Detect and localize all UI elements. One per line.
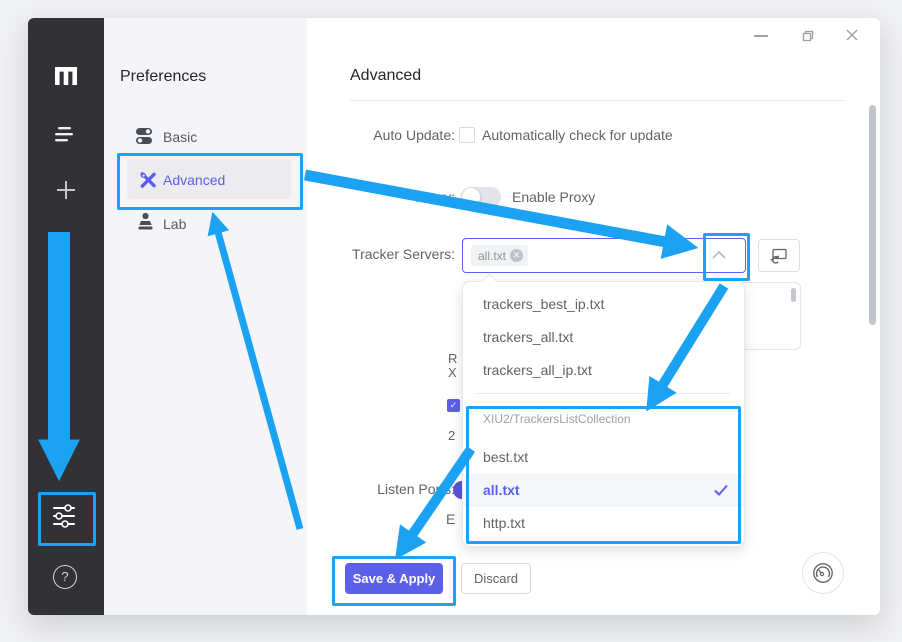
sidebar-item-lab[interactable]: Lab <box>163 216 186 232</box>
auto-update-checkbox[interactable] <box>459 127 475 143</box>
selected-tag-label: all.txt <box>478 249 506 263</box>
speedometer-icon <box>811 561 835 585</box>
dropdown-divider <box>477 393 730 394</box>
dropdown-item[interactable]: http.txt <box>463 507 744 540</box>
lab-stamp-icon <box>137 213 154 232</box>
page-title: Advanced <box>350 67 421 85</box>
textarea-scrollbar-thumb[interactable] <box>791 288 796 302</box>
occluded-text-fragment: X <box>448 365 457 380</box>
tracker-dropdown: trackers_best_ip.txt trackers_all.txt tr… <box>462 281 745 547</box>
dropdown-item-label: all.txt <box>483 482 520 498</box>
dropdown-item-selected[interactable]: all.txt <box>463 474 744 507</box>
chevron-up-icon[interactable] <box>711 250 727 260</box>
occluded-text-fragment: R <box>448 351 457 366</box>
selected-tag: all.txt ✕ <box>471 245 528 266</box>
help-icon[interactable]: ? <box>53 565 77 589</box>
dropdown-item[interactable]: trackers_all.txt <box>463 321 744 354</box>
occluded-checked-checkbox[interactable]: ✓ <box>447 399 460 412</box>
check-icon <box>714 484 728 496</box>
proxy-toggle[interactable] <box>461 187 501 207</box>
auto-update-option-label[interactable]: Automatically check for update <box>482 127 673 143</box>
motrix-logo-icon <box>54 66 78 85</box>
sidebar-item-basic[interactable]: Basic <box>163 129 197 145</box>
window-scrollbar-thumb[interactable] <box>869 105 876 325</box>
dropdown-item[interactable]: trackers_all_ip.txt <box>463 354 744 387</box>
tracker-servers-select[interactable]: all.txt ✕ <box>462 238 746 273</box>
dropdown-item[interactable]: best.txt <box>463 441 744 474</box>
occluded-text-fragment: E <box>446 511 455 527</box>
save-apply-button[interactable]: Save & Apply <box>345 563 443 594</box>
listen-ports-label: Listen Ports: <box>325 481 455 497</box>
close-icon[interactable] <box>846 29 858 41</box>
tracker-servers-label: Tracker Servers: <box>325 246 455 262</box>
maximize-icon[interactable] <box>801 29 814 42</box>
title-divider <box>350 100 845 101</box>
sync-screen-icon <box>770 248 788 264</box>
sync-trackers-button[interactable] <box>758 239 800 272</box>
basic-toggles-icon <box>135 127 153 145</box>
sidebar-item-advanced-label[interactable]: Advanced <box>163 172 225 188</box>
dropdown-item[interactable]: trackers_best_ip.txt <box>463 288 744 321</box>
proxy-option-label: Enable Proxy <box>512 189 595 205</box>
occluded-text-fragment: 2 <box>448 428 455 443</box>
add-task-icon[interactable] <box>56 180 76 200</box>
dropdown-group-header: XIU2/TrackersListCollection <box>483 410 631 428</box>
toggle-knob <box>462 188 480 206</box>
preferences-title: Preferences <box>120 68 206 86</box>
speed-limit-button[interactable] <box>802 552 844 594</box>
proxy-label: Proxy: <box>325 189 455 205</box>
minimize-icon[interactable] <box>754 35 768 37</box>
tag-remove-icon[interactable]: ✕ <box>510 249 523 262</box>
discard-button[interactable]: Discard <box>461 563 531 594</box>
preferences-sliders-icon[interactable] <box>52 504 77 529</box>
preferences-nav-panel <box>104 18 307 615</box>
task-list-icon[interactable] <box>55 126 75 143</box>
auto-update-label: Auto Update: <box>325 127 455 143</box>
advanced-tools-icon <box>139 171 157 189</box>
